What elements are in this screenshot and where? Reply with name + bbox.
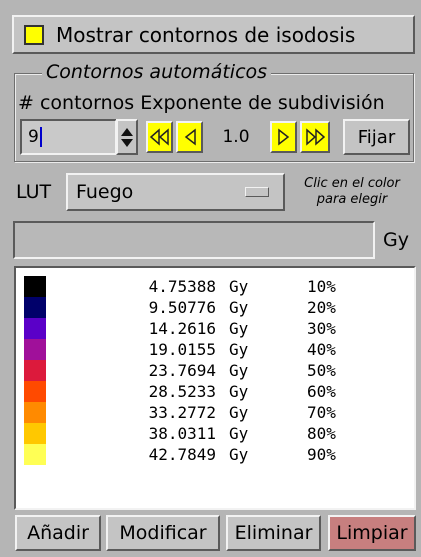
contour-row[interactable]: 4.75388 Gy 10% xyxy=(16,276,414,297)
contour-dose: 23.7694 xyxy=(148,361,216,380)
dose-unit-label: Gy xyxy=(383,229,409,251)
contour-percent: 40% xyxy=(307,340,336,359)
auto-contours-title: Contornos automáticos xyxy=(42,61,272,83)
contour-dose: 38.0311 xyxy=(148,424,216,443)
contour-row[interactable]: 33.2772 Gy 70% xyxy=(16,402,414,423)
spin-up-icon[interactable] xyxy=(121,127,133,136)
add-button[interactable]: Añadir xyxy=(15,515,101,551)
last-icon xyxy=(306,128,325,146)
contour-dose-unit: Gy xyxy=(229,361,249,380)
next-icon xyxy=(277,128,289,146)
contour-percent: 60% xyxy=(307,382,336,401)
contour-percent: 90% xyxy=(307,445,336,464)
contour-dose-unit: Gy xyxy=(229,340,249,359)
contour-row[interactable]: 9.50776 Gy 20% xyxy=(16,297,414,318)
spin-down-icon[interactable] xyxy=(121,138,133,147)
first-icon xyxy=(149,128,169,146)
show-isodose-label: Mostrar contornos de isodosis xyxy=(56,22,356,47)
contour-color-swatch[interactable] xyxy=(24,423,46,444)
subdivision-last-button[interactable] xyxy=(300,121,330,153)
contour-dose: 14.2616 xyxy=(148,319,216,338)
contour-percent: 20% xyxy=(307,298,336,317)
show-isodose-toggle[interactable]: Mostrar contornos de isodosis xyxy=(12,15,415,54)
contour-percent: 30% xyxy=(307,319,336,338)
contour-row[interactable]: 19.0155 Gy 40% xyxy=(16,339,414,360)
contour-dose-unit: Gy xyxy=(229,319,249,338)
subdivision-next-button[interactable] xyxy=(270,121,297,153)
contour-dose-unit: Gy xyxy=(229,298,249,317)
contour-count-input[interactable]: 9 xyxy=(20,119,117,155)
contour-dose-unit: Gy xyxy=(229,445,249,464)
contour-dose: 9.50776 xyxy=(148,298,216,317)
contour-color-swatch[interactable] xyxy=(24,402,46,423)
contour-count-spinner[interactable] xyxy=(116,119,138,155)
contour-dose: 42.7849 xyxy=(148,445,216,464)
dropdown-indicator-icon xyxy=(245,187,269,197)
contour-dose: 28.5233 xyxy=(148,382,216,401)
modify-button[interactable]: Modificar xyxy=(106,515,220,551)
contour-count-value: 9 xyxy=(28,127,39,147)
contour-row[interactable]: 28.5233 Gy 60% xyxy=(16,381,414,402)
contour-dose: 4.75388 xyxy=(148,277,216,296)
contour-percent: 50% xyxy=(307,361,336,380)
contour-row[interactable]: 42.7849 Gy 90% xyxy=(16,444,414,465)
contour-percent: 10% xyxy=(307,277,336,296)
subdivision-first-button[interactable] xyxy=(146,121,173,153)
delete-button[interactable]: Eliminar xyxy=(226,515,321,551)
contour-list[interactable]: 4.75388 Gy 10% 9.50776 Gy 20% 14.2616 Gy 30% 19.0… xyxy=(14,266,416,510)
contour-color-swatch[interactable] xyxy=(24,276,46,297)
contour-dose-unit: Gy xyxy=(229,424,249,443)
lut-dropdown[interactable]: Fuego xyxy=(66,173,285,211)
text-caret xyxy=(39,127,42,147)
contour-dose: 19.0155 xyxy=(148,340,216,359)
prev-icon xyxy=(184,128,196,146)
contour-dose: 33.2772 xyxy=(148,403,216,422)
contour-percent: 70% xyxy=(307,403,336,422)
dose-input[interactable] xyxy=(13,221,375,259)
isodose-checkbox-indicator[interactable] xyxy=(24,24,44,45)
contour-color-swatch[interactable] xyxy=(24,444,46,465)
contour-color-swatch[interactable] xyxy=(24,297,46,318)
contour-dose-unit: Gy xyxy=(229,403,249,422)
contour-row[interactable]: 23.7694 Gy 50% xyxy=(16,360,414,381)
auto-contours-labels: # contornos Exponente de subdivisión xyxy=(18,92,385,114)
lut-selected-value: Fuego xyxy=(76,181,134,203)
contour-row[interactable]: 38.0311 Gy 80% xyxy=(16,423,414,444)
contour-dose-unit: Gy xyxy=(229,382,249,401)
color-pick-hint: Clic en el color para elegir xyxy=(304,176,400,207)
contour-color-swatch[interactable] xyxy=(24,381,46,402)
contour-color-swatch[interactable] xyxy=(24,318,46,339)
subdivision-value: 1.0 xyxy=(222,127,250,147)
contour-percent: 80% xyxy=(307,424,336,443)
contour-color-swatch[interactable] xyxy=(24,339,46,360)
clear-button[interactable]: Limpiar xyxy=(328,515,416,551)
subdivision-prev-button[interactable] xyxy=(176,121,203,153)
contour-row[interactable]: 14.2616 Gy 30% xyxy=(16,318,414,339)
contour-dose-unit: Gy xyxy=(229,277,249,296)
lut-label: LUT xyxy=(16,181,52,203)
apply-button[interactable]: Fijar xyxy=(343,119,410,155)
contour-color-swatch[interactable] xyxy=(24,360,46,381)
